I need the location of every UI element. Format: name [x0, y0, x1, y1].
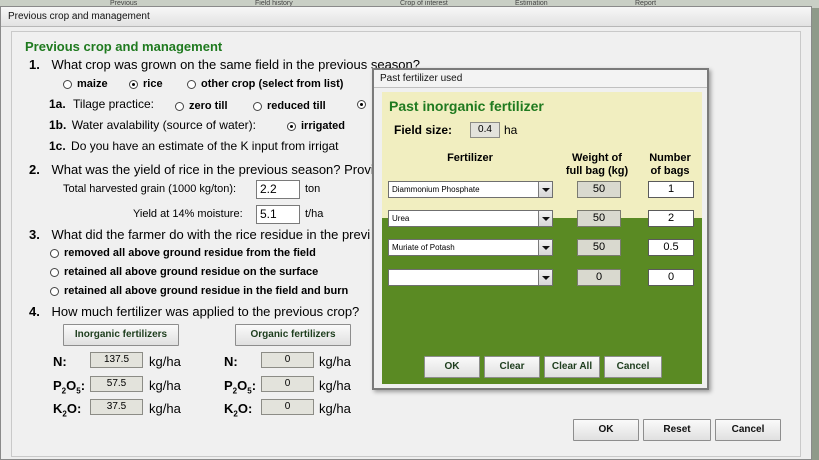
bag-weight-value: 50 — [577, 239, 621, 256]
field-size-unit: ha — [504, 123, 518, 137]
column-fertilizer: Fertilizer — [447, 152, 493, 164]
organic-k-value: 0 — [261, 399, 314, 415]
unit-label: kg/ha — [319, 401, 351, 416]
question-number: 2. — [29, 162, 40, 177]
unit-label: kg/ha — [319, 378, 351, 393]
column-weight: Weight of full bag (kg) — [565, 152, 629, 177]
chevron-down-icon[interactable] — [538, 240, 552, 255]
ok-button[interactable]: OK — [573, 419, 639, 441]
radio-indicator — [175, 101, 184, 111]
unit-label: kg/ha — [149, 401, 181, 416]
form-heading: Previous crop and management — [25, 39, 223, 54]
grain-label: Total harvested grain (1000 kg/ton): — [63, 183, 237, 195]
radio-residue-removed[interactable]: removed all above ground residue from th… — [50, 247, 316, 259]
radio-residue-surface[interactable]: retained all above ground residue on the… — [50, 266, 318, 278]
bag-weight-value: 0 — [577, 269, 621, 286]
fertilizer-select[interactable]: Muriate of Potash — [388, 239, 553, 256]
fertilizer-select[interactable] — [388, 269, 553, 286]
bag-count-input[interactable]: 2 — [648, 210, 694, 227]
radio-indicator — [357, 100, 366, 109]
organic-n-value: 0 — [261, 352, 314, 368]
grain-input[interactable]: 2.2 — [256, 180, 300, 199]
field-size-value: 0.4 — [470, 122, 500, 138]
question-1b: 1b. Water avalability (source of water): — [49, 118, 256, 132]
radio-indicator — [253, 101, 262, 111]
radio-indicator — [50, 286, 59, 296]
radio-indicator — [50, 248, 59, 258]
chevron-down-icon[interactable] — [538, 182, 552, 197]
radio-maize[interactable]: maize — [63, 78, 108, 90]
n-label: N: — [224, 354, 238, 369]
dialog-ok-button[interactable]: OK — [424, 356, 480, 378]
radio-reduced-till[interactable]: reduced till — [253, 100, 326, 112]
unit-label: kg/ha — [149, 354, 181, 369]
radio-indicator — [50, 267, 59, 277]
p2o5-label: P2O5: — [53, 378, 86, 396]
n-label: N: — [53, 354, 67, 369]
k2o-label: K2O: — [224, 401, 253, 419]
question-text: How much fertilizer was applied to the p… — [51, 304, 360, 319]
dialog-clear-all-button[interactable]: Clear All — [544, 356, 600, 378]
chevron-down-icon[interactable] — [538, 270, 552, 285]
radio-indicator — [63, 79, 72, 89]
question-text: What did the farmer do with the rice res… — [51, 227, 371, 242]
radio-indicator — [187, 79, 196, 89]
inorganic-fertilizers-button[interactable]: Inorganic fertilizers — [63, 324, 179, 346]
inorganic-k-value: 37.5 — [90, 399, 143, 415]
past-fertilizer-dialog: Past fertilizer used Past inorganic fert… — [372, 68, 709, 390]
question-1: 1. What crop was grown on the same field… — [29, 57, 420, 72]
question-text: What crop was grown on the same field in… — [51, 57, 421, 72]
question-text: What was the yield of rice in the previo… — [51, 162, 374, 177]
question-number: 4. — [29, 304, 40, 319]
yield-input[interactable]: 5.1 — [256, 205, 300, 224]
dialog-title: Past fertilizer used — [380, 73, 463, 84]
radio-irrigated[interactable]: irrigated — [287, 120, 345, 132]
radio-zero-till[interactable]: zero till — [175, 100, 228, 112]
unit-label: kg/ha — [149, 378, 181, 393]
column-bags: Number of bags — [649, 152, 691, 177]
p2o5-label: P2O5: — [224, 378, 257, 396]
question-4: 4. How much fertilizer was applied to th… — [29, 304, 359, 319]
cancel-button[interactable]: Cancel — [715, 419, 781, 441]
organic-p-value: 0 — [261, 376, 314, 392]
inorganic-n-value: 137.5 — [90, 352, 143, 368]
radio-tillage-other[interactable] — [357, 100, 371, 109]
window-titlebar: Previous crop and management — [1, 7, 811, 27]
unit-label: kg/ha — [319, 354, 351, 369]
inorganic-p-value: 57.5 — [90, 376, 143, 392]
radio-indicator — [129, 79, 138, 89]
fertilizer-select[interactable]: Urea — [388, 210, 553, 227]
question-1c: 1c. Do you have an estimate of the K inp… — [49, 139, 339, 153]
window-title: Previous crop and management — [8, 11, 150, 22]
bag-weight-value: 50 — [577, 181, 621, 198]
grain-unit: ton — [305, 183, 321, 195]
question-1a: 1a. Tilage practice: — [49, 97, 154, 111]
question-3: 3. What did the farmer do with the rice … — [29, 227, 370, 242]
radio-residue-burn[interactable]: retained all above ground residue in the… — [50, 285, 348, 297]
dialog-cancel-button[interactable]: Cancel — [604, 356, 662, 378]
bag-count-input[interactable]: 1 — [648, 181, 694, 198]
radio-indicator — [287, 121, 296, 131]
organic-fertilizers-button[interactable]: Organic fertilizers — [235, 324, 351, 346]
fertilizer-select[interactable]: Diammonium Phosphate — [388, 181, 553, 198]
radio-rice[interactable]: rice — [129, 78, 163, 90]
bag-weight-value: 50 — [577, 210, 621, 227]
yield-unit: t/ha — [305, 208, 324, 220]
question-number: 3. — [29, 227, 40, 242]
question-2: 2. What was the yield of rice in the pre… — [29, 162, 374, 177]
radio-other-crop[interactable]: other crop (select from list) — [187, 78, 343, 90]
bag-count-input[interactable]: 0.5 — [648, 239, 694, 256]
dialog-heading: Past inorganic fertilizer — [389, 98, 544, 114]
yield-label: Yield at 14% moisture: — [133, 208, 243, 220]
reset-button[interactable]: Reset — [643, 419, 711, 441]
k2o-label: K2O: — [53, 401, 82, 419]
dialog-clear-button[interactable]: Clear — [484, 356, 540, 378]
bag-count-input[interactable]: 0 — [648, 269, 694, 286]
dialog-titlebar: Past fertilizer used — [374, 70, 707, 88]
chevron-down-icon[interactable] — [538, 211, 552, 226]
question-number: 1. — [29, 57, 40, 72]
field-size-label: Field size: — [394, 123, 453, 137]
